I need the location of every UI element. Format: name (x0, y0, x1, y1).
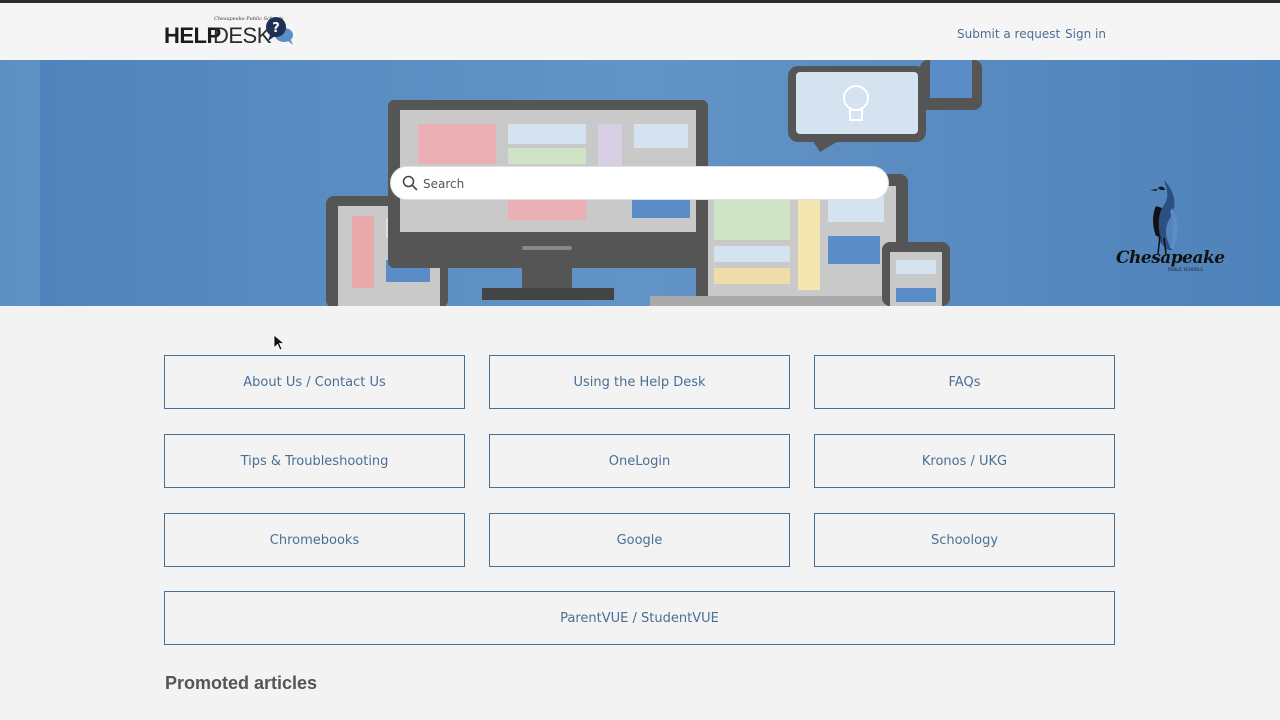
category-google[interactable]: Google (489, 513, 790, 567)
category-schoology[interactable]: Schoology (814, 513, 1115, 567)
search-icon (402, 175, 418, 191)
category-faqs[interactable]: FAQs (814, 355, 1115, 409)
search-input[interactable] (423, 173, 873, 195)
category-onelogin[interactable]: OneLogin (489, 434, 790, 488)
helpdesk-logo[interactable]: Chesapeake Public Schools HELP DESK ? (164, 16, 296, 48)
category-using-help-desk[interactable]: Using the Help Desk (489, 355, 790, 409)
category-parentvue-studentvue[interactable]: ParentVUE / StudentVUE (164, 591, 1115, 645)
chesapeake-sub: PUBLIC SCHOOLS (1168, 267, 1203, 272)
submit-request-link[interactable]: Submit a request (957, 27, 1060, 41)
heron-icon (1150, 180, 1178, 255)
search-bar[interactable] (390, 166, 889, 200)
promoted-articles-heading: Promoted articles (165, 673, 318, 693)
svg-text:?: ? (272, 21, 280, 36)
question-bubble-icon: ? (266, 17, 293, 45)
site-header: Chesapeake Public Schools HELP DESK ? Su… (0, 3, 1280, 60)
hero-banner: Chesapeake PUBLIC SCHOOLS (0, 60, 1280, 306)
category-chromebooks[interactable]: Chromebooks (164, 513, 465, 567)
category-about-us[interactable]: About Us / Contact Us (164, 355, 465, 409)
category-tips-troubleshooting[interactable]: Tips & Troubleshooting (164, 434, 465, 488)
chesapeake-logo: Chesapeake PUBLIC SCHOOLS (1112, 178, 1225, 278)
chesapeake-wordmark: Chesapeake (1116, 248, 1225, 268)
sign-in-link[interactable]: Sign in (1065, 27, 1106, 41)
category-kronos-ukg[interactable]: Kronos / UKG (814, 434, 1115, 488)
mouse-cursor-icon (273, 334, 285, 351)
logo-desk-text: DESK (213, 23, 271, 48)
